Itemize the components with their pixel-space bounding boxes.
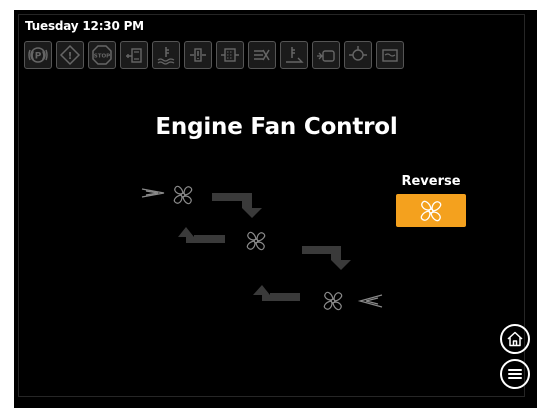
flow-arrow-1 bbox=[212, 193, 262, 218]
fan-icon bbox=[420, 200, 442, 221]
hamburger-menu-icon bbox=[508, 369, 522, 379]
airflow-out-icon bbox=[357, 294, 383, 308]
fan-icon-2 bbox=[246, 231, 266, 251]
fan-icon-3 bbox=[323, 291, 343, 311]
reverse-fan-button[interactable] bbox=[396, 194, 466, 227]
home-icon bbox=[507, 331, 523, 347]
flow-arrow-4 bbox=[253, 285, 300, 301]
fan-icon-1 bbox=[173, 185, 193, 205]
menu-button[interactable] bbox=[500, 359, 530, 389]
home-button[interactable] bbox=[500, 324, 530, 354]
flow-arrow-3 bbox=[302, 246, 351, 270]
airflow-in-icon bbox=[141, 188, 165, 198]
flow-arrow-2 bbox=[178, 227, 225, 243]
reverse-label: Reverse bbox=[401, 174, 461, 189]
fan-flow-diagram bbox=[141, 185, 383, 311]
